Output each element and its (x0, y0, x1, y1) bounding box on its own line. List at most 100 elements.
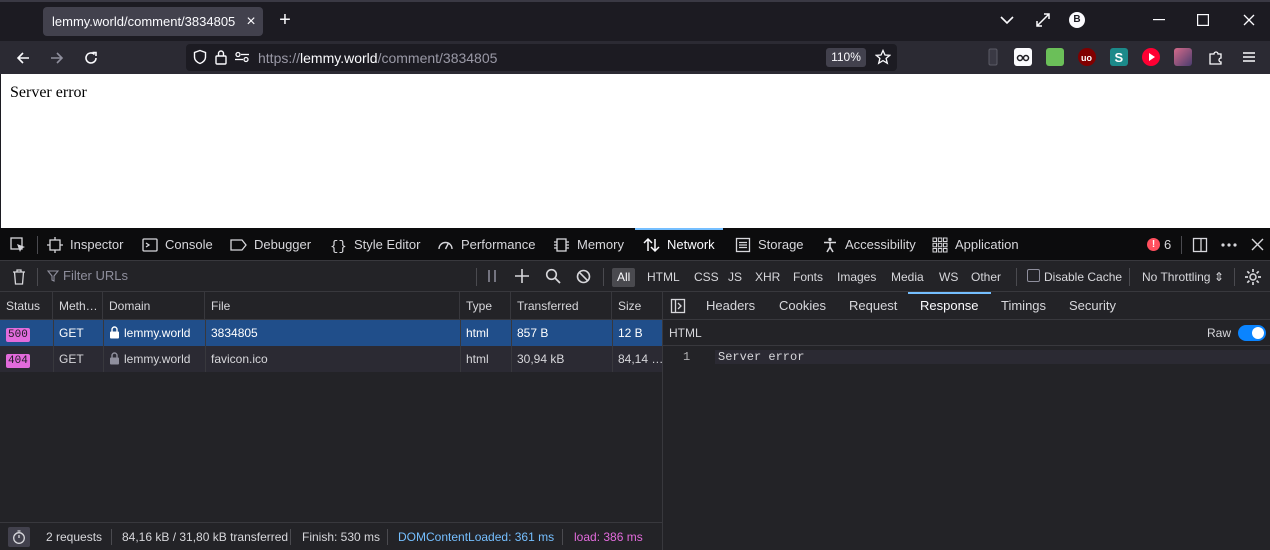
minimize-icon[interactable] (1148, 9, 1170, 31)
disable-cache-label[interactable]: Disable Cache (1044, 268, 1122, 287)
column-status[interactable]: Status (0, 292, 53, 320)
divider (1181, 236, 1182, 254)
table-row[interactable]: 404 GET lemmy.world favicon.ico html 30,… (0, 346, 662, 372)
filter-urls-placeholder: Filter URLs (63, 268, 129, 283)
tab-headers[interactable]: Headers (706, 292, 755, 320)
add-request-icon[interactable] (514, 268, 530, 287)
filter-html[interactable]: HTML (647, 268, 680, 287)
youtube-extension-icon[interactable] (1142, 48, 1160, 66)
close-window-icon[interactable] (1238, 9, 1260, 31)
block-icon[interactable] (576, 269, 591, 287)
filter-ws[interactable]: WS (939, 268, 958, 287)
url-host: lemmy.world (300, 50, 378, 66)
filter-xhr[interactable]: XHR (755, 268, 780, 287)
avatar-extension-icon[interactable] (1174, 48, 1192, 66)
bookmark-star-icon[interactable] (874, 48, 892, 68)
column-type[interactable]: Type (460, 292, 511, 320)
browser-tab[interactable]: lemmy.world/comment/3834805 × (43, 7, 263, 36)
filter-images[interactable]: Images (837, 268, 876, 287)
raw-toggle[interactable] (1238, 325, 1266, 341)
ublock-origin-icon[interactable]: uo (1078, 48, 1096, 66)
tab-inspector[interactable]: Inspector (47, 228, 123, 261)
filter-fonts[interactable]: Fonts (793, 268, 823, 287)
request-count: 2 requests (46, 530, 103, 544)
reload-icon[interactable] (78, 45, 104, 71)
filter-js[interactable]: JS (728, 268, 742, 287)
green-extension-icon[interactable] (1046, 48, 1064, 66)
extensions-puzzle-icon[interactable] (1207, 48, 1225, 66)
tab-debugger[interactable]: Debugger (230, 228, 311, 261)
tab-close-button[interactable]: × (239, 13, 263, 31)
menu-hamburger-icon[interactable] (1240, 48, 1258, 66)
permissions-icon[interactable] (234, 49, 250, 68)
forward-icon[interactable] (44, 45, 70, 71)
tracking-protection-shield-icon[interactable] (192, 49, 208, 68)
column-size[interactable]: Size (612, 292, 662, 320)
settings-gear-icon[interactable] (1244, 268, 1262, 289)
svg-text:uo: uo (1081, 53, 1092, 63)
zoom-level-badge[interactable]: 110% (826, 48, 866, 67)
tab-console[interactable]: Console (142, 228, 213, 261)
filter-urls-input[interactable]: Filter URLs (47, 268, 128, 283)
error-count-badge[interactable]: ! 6 (1147, 228, 1171, 261)
disable-cache-checkbox[interactable] (1027, 269, 1040, 282)
divider (603, 268, 604, 286)
table-row[interactable]: 500 GET lemmy.world 3834805 html 857 B 1… (0, 320, 662, 346)
filter-all[interactable]: All (612, 268, 636, 287)
dock-side-icon[interactable] (1192, 228, 1215, 261)
tab-memory[interactable]: Memory (553, 228, 624, 261)
divider (111, 529, 112, 545)
devtools-tab-bar: Inspector Console Debugger {} Style Edit… (0, 228, 1270, 261)
line-number: 1 (683, 350, 691, 364)
tab-network[interactable]: Network (635, 228, 723, 261)
s-extension-icon[interactable]: S (1110, 48, 1128, 66)
divider (290, 529, 291, 545)
pause-icon[interactable] (486, 269, 498, 286)
address-bar[interactable]: https://lemmy.world/comment/3834805 110% (186, 44, 897, 71)
size-cell: 12 B (618, 326, 643, 340)
device-icon[interactable] (984, 48, 1002, 66)
toggle-sidebar-icon[interactable] (670, 298, 686, 317)
more-options-icon[interactable] (1221, 228, 1244, 261)
column-divider (612, 320, 613, 372)
profile-avatar[interactable]: B (1067, 9, 1087, 31)
trash-icon[interactable] (11, 268, 27, 288)
list-all-tabs-icon[interactable] (996, 9, 1018, 31)
column-divider (511, 320, 512, 372)
tab-storage[interactable]: Storage (735, 228, 804, 261)
filter-css[interactable]: CSS (694, 268, 719, 287)
tab-performance[interactable]: Performance (437, 228, 535, 261)
back-icon[interactable] (10, 45, 36, 71)
url-text[interactable]: https://lemmy.world/comment/3834805 (258, 50, 497, 66)
tab-timings[interactable]: Timings (1001, 292, 1046, 320)
tab-response[interactable]: Response (908, 292, 991, 320)
filter-media[interactable]: Media (891, 268, 924, 287)
tab-application[interactable]: Application (932, 228, 1019, 261)
element-picker-icon[interactable] (9, 228, 34, 261)
column-divider (53, 320, 54, 372)
tab-request[interactable]: Request (849, 292, 897, 320)
tab-application-label: Application (955, 237, 1019, 252)
throttling-select[interactable]: No Throttling ⇕ (1142, 268, 1224, 287)
divider (37, 236, 38, 254)
column-domain[interactable]: Domain (103, 292, 205, 320)
tab-security[interactable]: Security (1069, 292, 1116, 320)
search-icon[interactable] (545, 268, 561, 287)
maximize-icon[interactable] (1192, 9, 1214, 31)
column-method[interactable]: Meth… (53, 292, 103, 320)
lock-icon[interactable] (214, 49, 228, 68)
tab-cookies[interactable]: Cookies (779, 292, 826, 320)
column-transferred[interactable]: Transferred (511, 292, 612, 320)
column-file[interactable]: File (205, 292, 460, 320)
filter-other[interactable]: Other (971, 268, 1001, 287)
reader-extension-icon[interactable] (1014, 48, 1032, 66)
tab-style-editor[interactable]: {} Style Editor (330, 228, 420, 261)
close-devtools-icon[interactable] (1251, 228, 1270, 261)
fullscreen-icon[interactable] (1032, 9, 1054, 31)
toggle-knob (1252, 327, 1264, 339)
code-text[interactable]: Server error (715, 350, 1270, 364)
tab-accessibility[interactable]: Accessibility (822, 228, 916, 261)
network-toolbar: Filter URLs All HTML CSS JS XHR Fonts Im… (0, 261, 1270, 292)
performance-analysis-icon[interactable] (8, 527, 30, 547)
new-tab-button[interactable]: + (274, 9, 296, 31)
